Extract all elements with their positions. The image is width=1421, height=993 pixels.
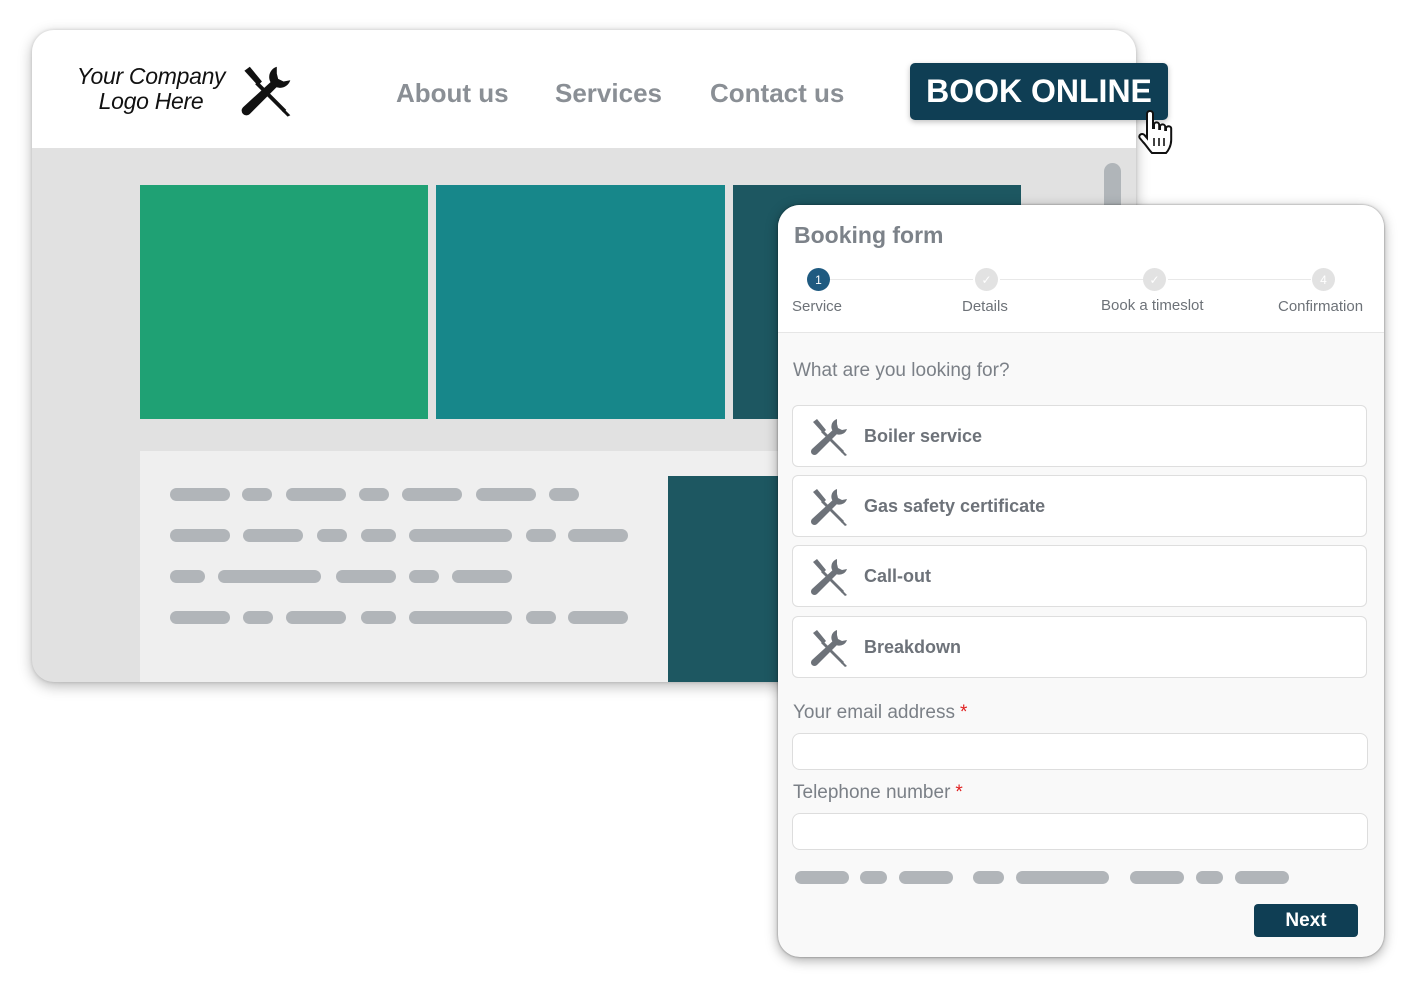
email-label-text: Your email address	[793, 702, 955, 723]
text-placeholder	[170, 529, 230, 542]
text-placeholder	[568, 529, 628, 542]
book-online-button[interactable]: BOOK ONLINE	[910, 63, 1168, 120]
step-4-marker[interactable]: 4	[1312, 268, 1335, 291]
logo-line-1: Your Company	[76, 63, 226, 89]
phone-label-text: Telephone number	[793, 782, 951, 803]
tools-icon	[809, 487, 849, 527]
booking-form-title: Booking form	[794, 222, 944, 248]
text-placeholder	[526, 529, 556, 542]
stepper-line	[1000, 279, 1143, 280]
text-placeholder	[218, 570, 321, 583]
text-placeholder	[1196, 871, 1223, 884]
text-placeholder	[452, 570, 512, 583]
step-1-marker[interactable]: 1	[807, 268, 830, 291]
company-logo[interactable]: Your Company Logo Here	[76, 64, 226, 114]
wrench-screwdriver-icon	[238, 64, 294, 118]
hero-tile-2	[436, 185, 725, 419]
option-breakdown[interactable]: Breakdown	[792, 616, 1367, 678]
text-placeholder	[409, 611, 512, 624]
text-placeholder	[549, 488, 579, 501]
nav-services[interactable]: Services	[555, 78, 662, 109]
booking-form-header: Booking form 1 ✓ ✓ 4 Service Details Boo…	[778, 205, 1384, 333]
booking-form: Booking form 1 ✓ ✓ 4 Service Details Boo…	[778, 205, 1384, 957]
hero-tile-1	[140, 185, 428, 419]
nav-about-us[interactable]: About us	[396, 78, 509, 109]
option-gas-safety-certificate[interactable]: Gas safety certificate	[792, 475, 1367, 537]
nav-contact-us[interactable]: Contact us	[710, 78, 844, 109]
text-placeholder	[1016, 871, 1109, 884]
text-placeholder	[243, 529, 303, 542]
step-3-check-icon[interactable]: ✓	[1143, 268, 1166, 291]
option-call-out[interactable]: Call-out	[792, 545, 1367, 607]
phone-label: Telephone number *	[793, 782, 963, 804]
step-3-label: Book a timeslot	[1101, 297, 1204, 314]
text-placeholder	[317, 529, 347, 542]
text-placeholder	[359, 488, 389, 501]
text-placeholder	[973, 871, 1004, 884]
tools-icon	[809, 417, 849, 457]
text-placeholder	[860, 871, 887, 884]
email-field[interactable]	[792, 733, 1368, 770]
text-placeholder	[476, 488, 536, 501]
text-placeholder	[286, 488, 346, 501]
text-placeholder	[1130, 871, 1184, 884]
text-placeholder	[568, 611, 628, 624]
text-placeholder	[361, 611, 396, 624]
text-placeholder	[795, 871, 849, 884]
text-placeholder	[286, 611, 346, 624]
text-placeholder	[170, 488, 230, 501]
text-placeholder	[526, 611, 556, 624]
step-4-label: Confirmation	[1278, 298, 1364, 315]
step-1-label: Service	[792, 298, 843, 315]
text-placeholder	[409, 529, 512, 542]
email-label: Your email address *	[793, 702, 967, 724]
option-label: Breakdown	[864, 637, 962, 657]
option-label: Gas safety certificate	[864, 496, 1046, 516]
text-placeholder	[170, 570, 205, 583]
text-placeholder	[1235, 871, 1289, 884]
stepper-line	[1168, 279, 1311, 280]
text-placeholder	[899, 871, 953, 884]
telephone-field[interactable]	[792, 813, 1368, 850]
text-placeholder	[361, 529, 396, 542]
service-question: What are you looking for?	[793, 360, 1010, 381]
option-boiler-service[interactable]: Boiler service	[792, 405, 1367, 467]
step-2-check-icon[interactable]: ✓	[975, 268, 998, 291]
logo-line-2: Logo Here	[98, 88, 204, 114]
required-mark: *	[955, 782, 963, 803]
tools-icon	[809, 557, 849, 597]
text-placeholder	[402, 488, 462, 501]
text-placeholder	[409, 570, 439, 583]
stepper-line	[830, 279, 973, 280]
text-placeholder	[336, 570, 396, 583]
text-placeholder	[170, 611, 230, 624]
step-2-label: Details	[962, 298, 1008, 315]
text-placeholder	[242, 488, 272, 501]
option-label: Call-out	[864, 566, 931, 586]
option-label: Boiler service	[864, 426, 983, 446]
next-button[interactable]: Next	[1254, 904, 1358, 937]
tools-icon	[809, 628, 849, 668]
text-placeholder	[243, 611, 273, 624]
hand-pointer-icon	[1138, 109, 1173, 154]
required-mark: *	[959, 702, 968, 723]
